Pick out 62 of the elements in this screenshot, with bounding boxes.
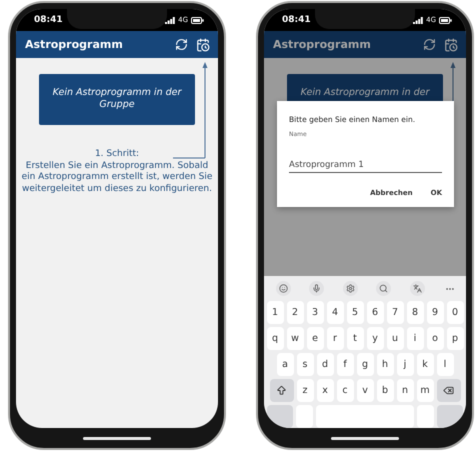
status-time: 08:41 [282,15,311,25]
keyboard-key[interactable]: u [386,327,404,350]
keyboard-key[interactable]: p [446,327,464,350]
keyboard-key[interactable]: 7 [386,301,404,324]
keyboard-key[interactable]: b [376,379,394,402]
keyboard-key[interactable]: c [336,379,354,402]
status-time: 08:41 [34,15,63,25]
signal-icon [413,16,424,24]
shift-icon [276,385,287,396]
hint-text: 1. Schritt: Erstellen Sie ein Astroprogramm. Sobald ein Astroprogramm erstellt ist, werden Sie weitergeleitet um dieses zu konfigurieren. [20,149,214,195]
keyboard-key[interactable]: 2 [286,301,304,324]
keyboard-key[interactable]: 1 [266,301,284,324]
keyboard-key[interactable]: 0 [446,301,464,324]
translate-icon[interactable] [410,281,425,296]
keyboard-key[interactable]: l [436,353,454,376]
keyboard-key[interactable]: f [336,353,354,376]
home-indicator [83,437,151,440]
backspace-icon [443,385,454,396]
name-input-field[interactable]: Astroprogramm 1 [289,158,442,173]
battery-icon [439,16,452,24]
keyboard-key[interactable]: 9 [426,301,444,324]
keyboard-key[interactable]: z [296,379,314,402]
keyboard-key[interactable]: x [316,379,334,402]
microphone-icon[interactable] [309,281,324,296]
emoji-icon[interactable] [276,281,291,296]
refresh-icon[interactable] [175,38,188,51]
calendar-clock-icon[interactable] [444,38,458,52]
keyboard-key[interactable]: 3 [306,301,324,324]
keyboard-key[interactable]: v [356,379,374,402]
keyboard-key[interactable]: g [356,353,374,376]
keyboard-key[interactable]: 8 [406,301,424,324]
keyboard-key[interactable]: e [306,327,324,350]
keyboard-key[interactable]: 4 [326,301,344,324]
refresh-icon[interactable] [423,38,436,51]
home-indicator [331,437,399,440]
keyboard-key[interactable]: a [276,353,294,376]
keyboard-key[interactable]: t [346,327,364,350]
backspace-key[interactable] [436,379,460,402]
battery-icon [191,16,204,24]
keyboard-key[interactable]: r [326,327,344,350]
keyboard-key[interactable]: i [406,327,424,350]
keyboard-key[interactable]: h [376,353,394,376]
empty-group-button[interactable]: Kein Astroprogramm in der Gruppe [39,74,195,125]
keyboard-key[interactable]: s [296,353,314,376]
keyboard-key[interactable]: j [396,353,414,376]
keyboard-key[interactable]: q [266,327,284,350]
app-title: Astroprogramm [25,38,124,51]
calendar-clock-icon[interactable] [196,38,210,52]
settings-icon[interactable] [342,281,358,296]
keyboard-key[interactable]: o [426,327,444,350]
shift-key[interactable] [270,379,294,402]
keyboard-key[interactable]: w [286,327,304,350]
app-title: Astroprogramm [273,38,372,51]
keyboard-key[interactable]: y [366,327,384,350]
keyboard-key[interactable]: d [316,353,334,376]
search-icon[interactable] [376,281,392,296]
keyboard-key[interactable]: m [416,379,434,402]
keyboard-key[interactable]: n [396,379,414,402]
signal-icon [165,16,176,24]
keyboard-key[interactable]: 6 [366,301,384,324]
keyboard-key[interactable]: 5 [346,301,364,324]
keyboard-key[interactable]: k [416,353,434,376]
